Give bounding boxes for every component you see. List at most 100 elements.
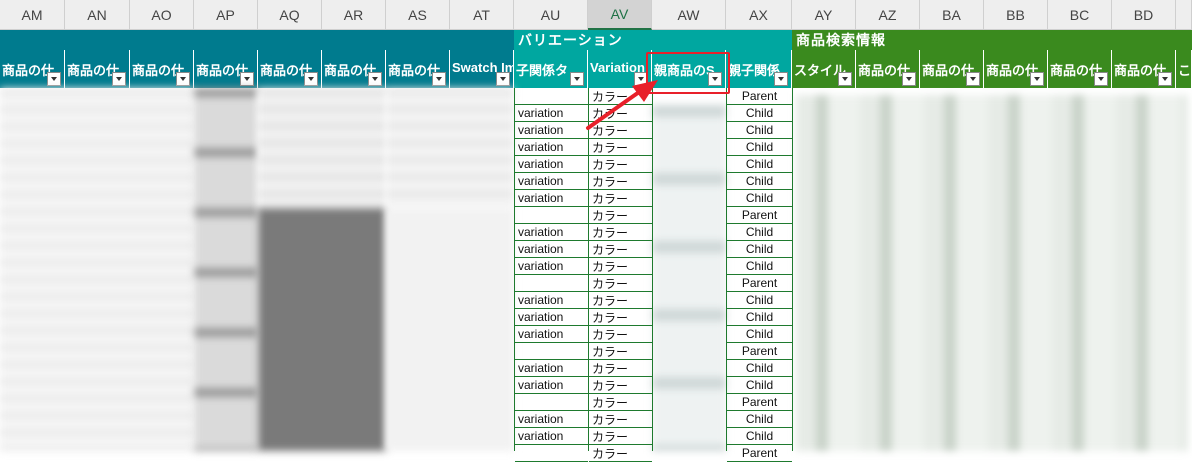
cell-relation-type[interactable]: variation [515,309,588,326]
header-cell-as[interactable]: 商品の仕 [386,50,450,88]
filter-dropdown-icon[interactable] [774,72,788,86]
cell-parent-child[interactable]: Child [727,360,792,377]
header-cell-ao[interactable]: 商品の仕 [130,50,194,88]
cell-relation-type[interactable]: variation [515,224,588,241]
column-header-ao[interactable]: AO [130,0,194,30]
cell-relation-type[interactable]: variation [515,122,588,139]
cell-parent-child[interactable]: Child [727,411,792,428]
header-cell-az[interactable]: 商品の仕 [856,50,920,88]
filter-dropdown-icon[interactable] [368,72,382,86]
cell-variation-theme[interactable]: カラー [589,360,652,377]
header-cell-ap[interactable]: 商品の仕 [194,50,258,88]
cell-relation-type[interactable]: variation [515,190,588,207]
cell-variation-theme[interactable]: カラー [589,207,652,224]
filter-dropdown-icon[interactable] [112,72,126,86]
cell-parent-child[interactable]: Parent [727,343,792,360]
filter-dropdown-icon[interactable] [176,72,190,86]
header-cell-aq[interactable]: 商品の仕 [258,50,322,88]
cell-relation-type[interactable] [515,207,588,224]
cell-variation-theme[interactable]: カラー [589,190,652,207]
filter-dropdown-icon[interactable] [240,72,254,86]
cell-variation-theme[interactable]: カラー [589,241,652,258]
cell-relation-type[interactable]: variation [515,326,588,343]
cell-relation-type[interactable]: variation [515,105,588,122]
column-header-an[interactable]: AN [65,0,130,30]
header-cell-an[interactable]: 商品の仕 [65,50,130,88]
column-header-as[interactable]: AS [386,0,450,30]
cell-relation-type[interactable]: variation [515,411,588,428]
filter-dropdown-icon[interactable] [496,72,510,86]
column-header-bd[interactable]: BD [1112,0,1176,30]
cell-variation-theme[interactable]: カラー [589,411,652,428]
cell-parent-child[interactable]: Child [727,309,792,326]
cell-relation-type[interactable]: variation [515,173,588,190]
cell-variation-theme[interactable]: カラー [589,258,652,275]
cell-relation-type[interactable]: variation [515,241,588,258]
cell-relation-type[interactable] [515,88,588,105]
filter-dropdown-icon[interactable] [1094,72,1108,86]
column-header-am[interactable]: AM [0,0,65,30]
cell-parent-child[interactable]: Child [727,105,792,122]
cell-parent-child[interactable]: Parent [727,275,792,292]
filter-dropdown-icon[interactable] [902,72,916,86]
column-header-ar[interactable]: AR [322,0,386,30]
filter-dropdown-icon[interactable] [47,72,61,86]
filter-dropdown-icon[interactable] [432,72,446,86]
cell-parent-child[interactable]: Child [727,190,792,207]
cell-parent-child[interactable]: Child [727,122,792,139]
header-cell-ba[interactable]: 商品の仕 [920,50,984,88]
cell-parent-child[interactable]: Child [727,258,792,275]
cell-variation-theme[interactable]: カラー [589,173,652,190]
column-header-bc[interactable]: BC [1048,0,1112,30]
cell-parent-child[interactable]: Child [727,173,792,190]
filter-dropdown-icon[interactable] [838,72,852,86]
cell-variation-theme[interactable]: カラー [589,309,652,326]
cell-relation-type[interactable]: variation [515,377,588,394]
column-header-ay[interactable]: AY [792,0,856,30]
header-cell-be[interactable]: こ [1176,50,1192,88]
cell-parent-child[interactable]: Parent [727,207,792,224]
cell-variation-theme[interactable]: カラー [589,292,652,309]
header-cell-bb[interactable]: 商品の仕 [984,50,1048,88]
filter-dropdown-icon[interactable] [1030,72,1044,86]
cell-parent-child[interactable]: Parent [727,445,792,462]
cell-parent-child[interactable]: Child [727,224,792,241]
column-header-bb[interactable]: BB [984,0,1048,30]
cell-parent-child[interactable]: Child [727,326,792,343]
cell-relation-type[interactable]: variation [515,139,588,156]
header-cell-ar[interactable]: 商品の仕 [322,50,386,88]
cell-relation-type[interactable] [515,275,588,292]
column-header-at[interactable]: AT [450,0,514,30]
cell-variation-theme[interactable]: カラー [589,139,652,156]
cell-relation-type[interactable]: variation [515,360,588,377]
cell-relation-type[interactable] [515,394,588,411]
header-cell-au[interactable]: 子関係タ [514,50,588,88]
cell-relation-type[interactable]: variation [515,428,588,445]
cell-parent-child[interactable]: Child [727,292,792,309]
column-header-az[interactable]: AZ [856,0,920,30]
cell-relation-type[interactable]: variation [515,292,588,309]
cell-parent-child[interactable]: Child [727,241,792,258]
cell-relation-type[interactable] [515,343,588,360]
cell-parent-child[interactable]: Parent [727,394,792,411]
header-cell-ay[interactable]: スタイル [792,50,856,88]
cell-variation-theme[interactable]: カラー [589,428,652,445]
cell-parent-child[interactable]: Child [727,156,792,173]
column-header-au[interactable]: AU [514,0,588,30]
cell-parent-child[interactable]: Parent [727,88,792,105]
header-cell-am[interactable]: 商品の仕 [0,50,65,88]
cell-variation-theme[interactable]: カラー [589,326,652,343]
header-cell-at[interactable]: Swatch Im [450,50,514,88]
cell-parent-child[interactable]: Child [727,377,792,394]
cell-variation-theme[interactable]: カラー [589,394,652,411]
column-header-ba[interactable]: BA [920,0,984,30]
header-cell-bc[interactable]: 商品の仕 [1048,50,1112,88]
cell-relation-type[interactable] [515,445,588,462]
cell-relation-type[interactable]: variation [515,258,588,275]
cell-relation-type[interactable]: variation [515,156,588,173]
filter-dropdown-icon[interactable] [304,72,318,86]
header-cell-bd[interactable]: 商品の仕 [1112,50,1176,88]
filter-dropdown-icon[interactable] [1158,72,1172,86]
column-header-av[interactable]: AV [588,0,652,30]
cell-variation-theme[interactable]: カラー [589,275,652,292]
